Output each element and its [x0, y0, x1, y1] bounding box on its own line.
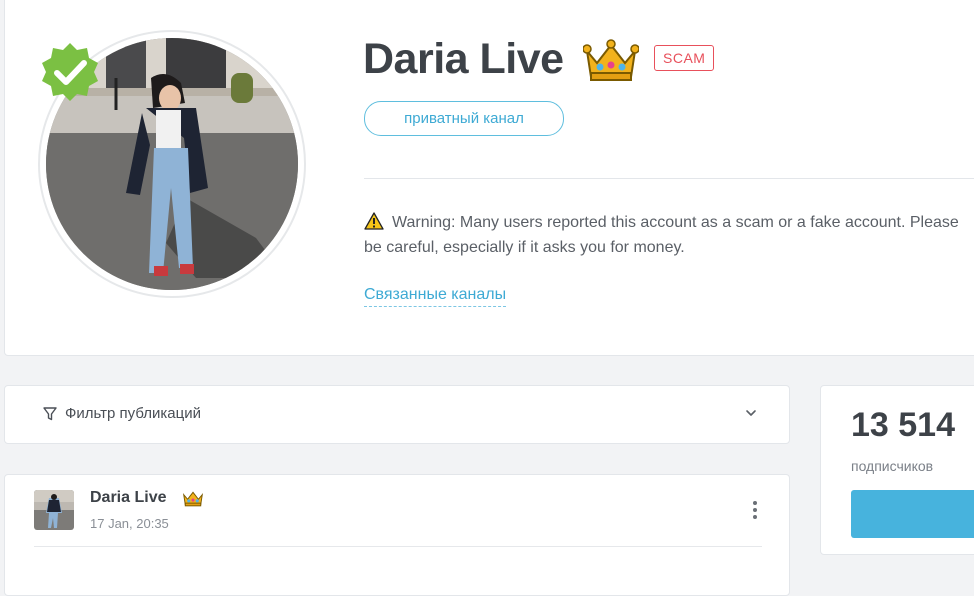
subscribers-card: 13 514 подписчиков	[820, 385, 974, 555]
subscribers-label: подписчиков	[851, 458, 934, 474]
scam-badge: SCAM	[654, 45, 715, 71]
chevron-down-icon[interactable]	[745, 408, 757, 418]
publication-filter[interactable]: Фильтр публикаций	[4, 385, 790, 444]
scam-warning: Warning: Many users reported this accoun…	[364, 210, 974, 260]
profile-card: Daria Live SCAM приватный канал Warning:…	[4, 0, 974, 356]
warning-icon	[364, 212, 384, 230]
post-card: Daria Live 17 Jan, 20:35	[4, 474, 790, 596]
crown-emoji-icon	[182, 491, 204, 507]
divider	[364, 178, 974, 179]
filter-label: Фильтр публикаций	[65, 405, 201, 422]
subscribe-button[interactable]	[851, 490, 974, 538]
post-divider	[34, 546, 762, 547]
funnel-icon	[43, 407, 57, 421]
post-avatar-photo	[34, 490, 74, 530]
verified-badge-icon	[42, 43, 98, 101]
crown-emoji-icon	[583, 39, 639, 81]
kebab-menu-icon[interactable]	[750, 499, 760, 521]
private-channel-tag[interactable]: приватный канал	[364, 101, 564, 136]
post-author-avatar[interactable]	[34, 490, 74, 530]
warning-text: Warning: Many users reported this accoun…	[364, 214, 959, 256]
post-author-name[interactable]: Daria Live	[90, 489, 166, 507]
channel-name: Daria Live	[363, 35, 564, 83]
post-date: 17 Jan, 20:35	[90, 516, 169, 531]
subscribers-count: 13 514	[851, 406, 955, 444]
related-channels-link[interactable]: Связанные каналы	[364, 286, 507, 307]
